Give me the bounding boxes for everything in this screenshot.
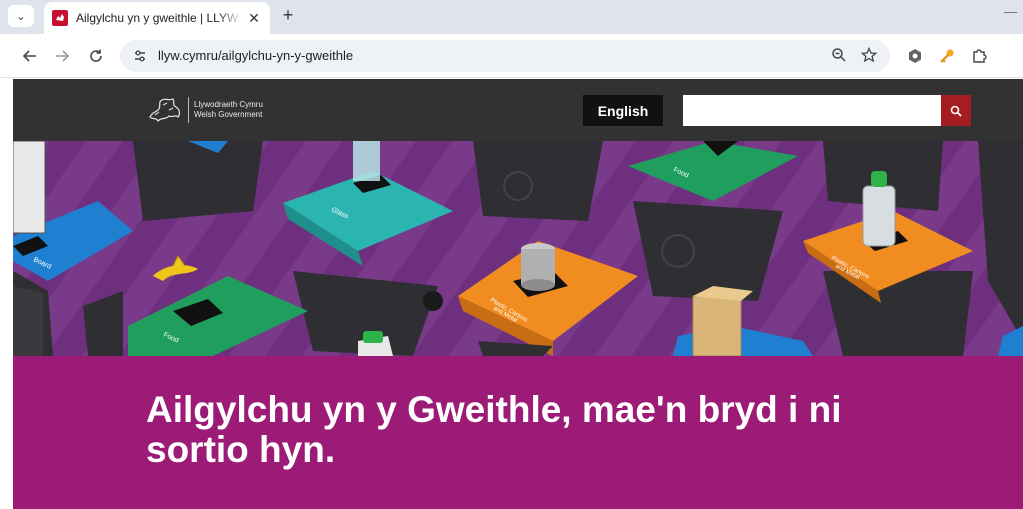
welsh-dragon-favicon-icon <box>52 10 68 26</box>
logo-line-welsh: Llywodraeth Cymru <box>194 100 263 109</box>
bin-top-2 <box>473 141 603 221</box>
hero-image-recycling-bins: Glass Food Plastic, Cartons and Metal Fo… <box>13 141 1023 356</box>
logo-text: Llywodraeth Cymru Welsh Government <box>194 100 263 120</box>
star-icon[interactable] <box>860 46 878 65</box>
tab-search-button[interactable]: ⌄ <box>8 5 34 27</box>
logo-line-english: Welsh Government <box>194 110 263 119</box>
browser-tab-active[interactable]: Ailgylchu yn y gweithle | LLYW.CYMRU ✕ <box>44 2 270 34</box>
new-tab-button[interactable]: + <box>278 5 298 26</box>
zoom-icon[interactable] <box>830 47 848 65</box>
logo-divider <box>188 97 189 123</box>
reload-button[interactable] <box>84 44 108 68</box>
welsh-dragon-logo-icon <box>149 98 181 123</box>
chevron-down-icon: ⌄ <box>16 10 26 23</box>
search-submit-button[interactable] <box>941 95 971 126</box>
back-button[interactable] <box>18 44 42 68</box>
bin-top-1 <box>133 141 263 221</box>
browser-tabstrip: ⌄ Ailgylchu yn y gweithle | LLYW.CYMRU ✕… <box>0 0 1023 34</box>
forward-arrow-icon <box>56 50 70 62</box>
address-url[interactable]: llyw.cymru/ailgylchu-yn-y-gweithle <box>158 48 353 63</box>
back-arrow-icon <box>22 50 36 62</box>
forward-button[interactable] <box>50 44 74 68</box>
extension-hex-icon[interactable] <box>906 48 924 66</box>
tab-close-button[interactable]: ✕ <box>246 10 262 27</box>
puzzle-icon[interactable] <box>970 48 988 66</box>
site-search-input[interactable] <box>683 95 941 126</box>
welsh-government-logo[interactable]: Llywodraeth Cymru Welsh Government <box>147 95 263 125</box>
web-page: Llywodraeth Cymru Welsh Government Engli… <box>13 79 1023 509</box>
language-switch-button[interactable]: English <box>583 95 663 126</box>
tune-icon[interactable] <box>132 48 148 64</box>
search-icon <box>950 105 962 117</box>
reload-icon <box>90 49 102 62</box>
hero-banner: Ailgylchu yn y Gweithle, mae'n bryd i ni… <box>13 356 1023 509</box>
site-header: Llywodraeth Cymru Welsh Government Engli… <box>13 79 1023 141</box>
tab-title: Ailgylchu yn y gweithle | LLYW.CYMRU <box>76 11 242 25</box>
key-icon[interactable] <box>938 48 956 66</box>
browser-toolbar: llyw.cymru/ailgylchu-yn-y-gweithle <box>0 34 1023 78</box>
address-bar[interactable]: llyw.cymru/ailgylchu-yn-y-gweithle <box>120 40 890 72</box>
window-minimize-button[interactable]: — <box>1004 4 1017 19</box>
page-heading: Ailgylchu yn y Gweithle, mae'n bryd i ni… <box>146 389 842 470</box>
recycling-bins-illustration: Glass Food Plastic, Cartons and Metal Fo… <box>13 141 1023 356</box>
